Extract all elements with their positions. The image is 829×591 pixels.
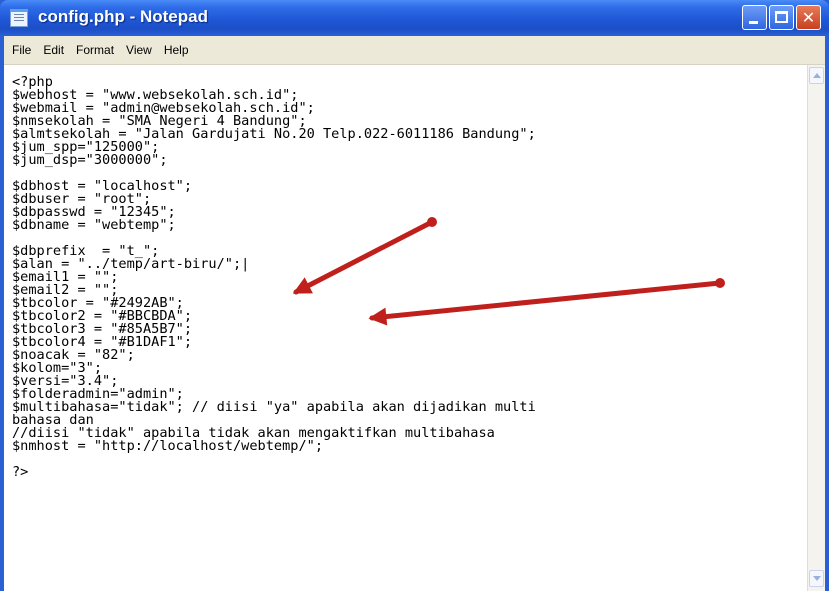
close-icon: ✕ [801,8,816,27]
minimize-icon [749,21,758,24]
menu-help[interactable]: Help [158,36,195,64]
code-line[interactable]: $dbname = "webtemp"; [12,218,536,232]
menu-file[interactable]: File [4,36,37,64]
code-line[interactable]: $jum_dsp="3000000"; [12,153,536,167]
window-title: config.php - Notepad [38,7,208,26]
title-bar[interactable]: config.php - Notepad ✕ [0,0,829,36]
code-text[interactable]: <?php $webhost = "www.websekolah.sch.id";… [12,75,536,479]
scroll-down-icon[interactable] [809,570,824,587]
menu-bar: File Edit Format View Help [4,36,825,65]
maximize-icon [775,11,788,23]
notepad-icon[interactable] [10,9,28,27]
notepad-window: config.php - Notepad ✕ File Edit Format Vie… [0,0,829,591]
vertical-scrollbar[interactable] [807,65,825,591]
maximize-button[interactable] [769,5,794,30]
code-line[interactable] [12,453,536,466]
code-line[interactable]: ?> [12,465,536,479]
close-button[interactable]: ✕ [796,5,821,30]
menu-edit[interactable]: Edit [37,36,70,64]
menu-format[interactable]: Format [70,36,120,64]
text-editor-area[interactable]: <?php $webhost = "www.websekolah.sch.id";… [4,65,807,591]
menu-view[interactable]: View [120,36,158,64]
scroll-up-icon[interactable] [809,67,824,84]
minimize-button[interactable] [742,5,767,30]
code-line[interactable]: $nmhost = "http://localhost/webtemp/"; [12,439,536,453]
